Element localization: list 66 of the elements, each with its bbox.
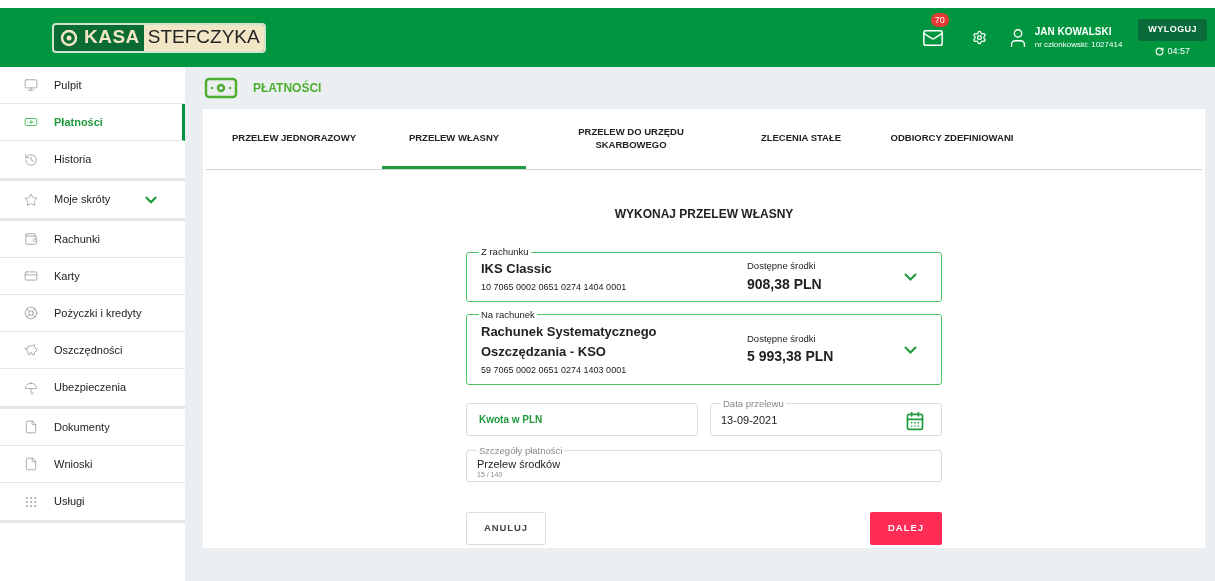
- account-name: IKS Classic: [481, 260, 553, 279]
- tab[interactable]: PRZELEW DO URZĘDU SKARBOWEGO: [526, 109, 736, 169]
- tab[interactable]: PRZELEW JEDNORAZOWY: [206, 109, 382, 169]
- logo-text: KASA: [84, 25, 141, 50]
- logo[interactable]: KASA STEFCZYKA: [52, 22, 266, 53]
- lifebuoy-icon: [24, 306, 38, 320]
- page-title: PŁATNOŚCI: [253, 79, 322, 97]
- wallet-icon: [24, 232, 38, 246]
- field-label: Z rachunku: [480, 245, 530, 259]
- funds-amount: 908,38 PLN: [747, 274, 823, 294]
- monitor-icon: [24, 78, 38, 92]
- member-number: nr członkowski: 1027414: [1034, 39, 1123, 51]
- grid-icon: [24, 494, 38, 509]
- tab[interactable]: ODBIORCY ZDEFINIOWANI: [866, 109, 1038, 169]
- account-number: 10 7065 0002 0651 0274 1404 0001: [481, 281, 628, 295]
- field-label: Data przelewu: [722, 396, 785, 411]
- cancel-button[interactable]: ANULUJ: [466, 511, 546, 545]
- sidebar-label: Dokumenty: [54, 419, 110, 435]
- logout-button[interactable]: WYLOGUJ: [1138, 18, 1207, 41]
- sidebar-label: Pulpit: [54, 77, 82, 93]
- field-label: Szczegóły płatności: [478, 443, 564, 458]
- amount-field[interactable]: Kwota w PLN: [466, 402, 698, 436]
- tab[interactable]: PRZELEW WŁASNY: [382, 109, 526, 169]
- calendar-icon[interactable]: [905, 410, 925, 431]
- session-timer: 04:57: [1167, 44, 1190, 58]
- sidebar-label: Oszczędności: [54, 342, 123, 358]
- sidebar-item[interactable]: Moje skróty: [0, 181, 185, 218]
- document-icon: [24, 420, 38, 434]
- chevron-down-icon: [904, 273, 917, 281]
- settings-icon[interactable]: [971, 30, 987, 45]
- banknote-icon: [24, 115, 38, 129]
- account-name: Rachunek Systematycznego Oszczędzania - KSO: [481, 323, 657, 361]
- sidebar-label: Ubezpieczenia: [54, 380, 127, 396]
- account-select[interactable]: Z rachunku IKS Classic 10 7065 0002 0651 0274 1404 0001 Dostępne środki 908,38 PLN: [466, 245, 942, 302]
- umbrella-icon: [24, 380, 38, 395]
- account-number: 59 7065 0002 0651 0274 1403 0001: [481, 364, 628, 377]
- sidebar-label: Moje skróty: [54, 192, 111, 208]
- funds-label: Dostępne środki: [747, 332, 817, 347]
- sidebar-label: Pożyczki i kredyty: [54, 305, 142, 321]
- date-value: 13-09-2021: [721, 413, 779, 429]
- sidebar-label: Usługi: [54, 494, 85, 510]
- card-icon: [24, 269, 38, 283]
- sidebar-label: Wnioski: [54, 456, 93, 472]
- sidebar-label: Karty: [54, 268, 80, 284]
- logo-text: STEFCZYKA: [143, 24, 264, 51]
- sidebar-label: Płatności: [54, 114, 103, 130]
- unread-count: 70: [930, 12, 949, 27]
- funds-label: Dostępne środki: [747, 259, 817, 274]
- document-icon: [24, 457, 38, 471]
- funds-amount: 5 993,38 PLN: [747, 347, 835, 367]
- user-name: JAN KOWALSKI: [1034, 25, 1113, 39]
- details-value: Przelew środków: [477, 457, 562, 471]
- sidebar-item[interactable]: Usługi: [0, 483, 185, 520]
- sidebar-item[interactable]: Ubezpieczenia: [0, 369, 185, 406]
- history-icon: [24, 152, 38, 167]
- refresh-icon[interactable]: [1155, 47, 1165, 56]
- sidebar-label: Historia: [54, 152, 92, 168]
- piggy-bank-icon: [24, 343, 38, 357]
- tab[interactable]: ZLECENIA STAŁE: [736, 109, 866, 169]
- next-button[interactable]: DALEJ: [870, 511, 942, 545]
- star-icon: [24, 192, 38, 207]
- chevron-down-icon: [904, 345, 917, 354]
- field-label: Na rachunek: [480, 307, 536, 322]
- sidebar-label: Rachunki: [54, 231, 100, 247]
- sidebar-item[interactable]: Historia: [0, 141, 185, 178]
- form-title: WYKONAJ PRZELEW WŁASNY: [614, 206, 794, 223]
